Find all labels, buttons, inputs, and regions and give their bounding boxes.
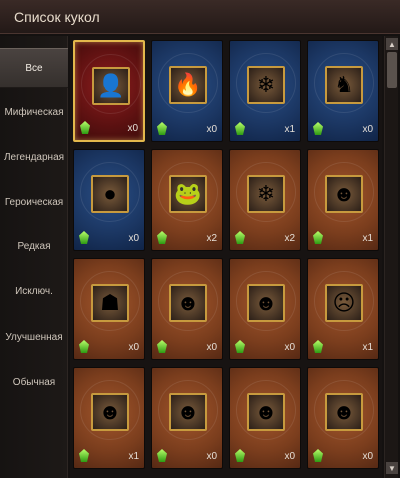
doll-count: x1	[362, 233, 373, 244]
gem-icon	[157, 449, 167, 462]
category-label: Исключ.	[15, 285, 53, 297]
doll-count: x0	[206, 124, 217, 135]
category-sidebar: Все Мифическая Легендарная Героическая Р…	[0, 36, 68, 478]
doll-card[interactable]: ❄ x1	[229, 40, 301, 142]
doll-card[interactable]: 🐸 x2	[151, 149, 223, 251]
gem-icon	[235, 340, 245, 353]
gem-icon	[313, 449, 323, 462]
doll-count: x0	[284, 342, 295, 353]
scroll-up-button[interactable]: ▲	[386, 38, 398, 50]
gem-icon	[80, 121, 90, 134]
doll-card[interactable]: 🔥 x0	[151, 40, 223, 142]
doll-count: x2	[284, 233, 295, 244]
doll-count: x1	[284, 124, 295, 135]
ice-golem-doll-icon: ❄	[247, 175, 285, 213]
wizard-doll-icon: ☻	[91, 393, 129, 431]
doll-count: x0	[362, 451, 373, 462]
doll-card[interactable]: ☗ x0	[73, 258, 145, 360]
doll-card[interactable]: ● x0	[73, 149, 145, 251]
scrollbar[interactable]: ▲ ▼	[384, 36, 398, 478]
gem-icon	[313, 231, 323, 244]
white-haired-doll-icon: 👤	[92, 67, 130, 105]
gem-icon	[79, 231, 89, 244]
window-title: Список кукол	[14, 9, 100, 25]
gem-icon	[235, 449, 245, 462]
doll-count: x2	[206, 233, 217, 244]
red-devil-doll-icon: ☻	[169, 284, 207, 322]
doll-count: x0	[127, 123, 138, 134]
doll-count: x1	[362, 342, 373, 353]
gem-icon	[79, 449, 89, 462]
beast-doll-icon: ☻	[247, 284, 285, 322]
aqua-imp-doll-icon: ☻	[325, 175, 363, 213]
gem-icon	[157, 122, 167, 135]
ice-demon-doll-icon: ❄	[247, 66, 285, 104]
doll-card[interactable]: ☹ x1	[307, 258, 379, 360]
category-label: Все	[25, 62, 43, 74]
red-imp-doll-icon: ☻	[169, 393, 207, 431]
category-all[interactable]: Все	[0, 48, 68, 88]
doll-card[interactable]: ☻ x0	[229, 367, 301, 469]
doll-card[interactable]: ♞ x0	[307, 40, 379, 142]
category-legendary[interactable]: Легендарная	[0, 137, 68, 177]
fire-spirit-doll-icon: 🔥	[169, 66, 207, 104]
crystal-orb-doll-icon: ●	[91, 175, 129, 213]
masked-doll-icon: ☹	[325, 284, 363, 322]
gem-icon	[157, 340, 167, 353]
scroll-thumb[interactable]	[387, 52, 397, 88]
gem-icon	[79, 340, 89, 353]
scroll-down-button[interactable]: ▼	[386, 462, 398, 474]
doll-count: x0	[284, 451, 295, 462]
doll-card[interactable]: ☻ x0	[229, 258, 301, 360]
dark-knight-doll-icon: ♞	[325, 66, 363, 104]
doll-count: x0	[206, 342, 217, 353]
doll-card[interactable]: ☻ x1	[307, 149, 379, 251]
doll-count: x1	[128, 451, 139, 462]
doll-grid: 👤 x0 🔥 x0 ❄ x1 ♞ x0 ● x0 🐸 x2 ❄ x2 ☻ x1 …	[70, 36, 382, 478]
category-mythic[interactable]: Мифическая	[0, 92, 68, 132]
category-improved[interactable]: Улучшенная	[0, 317, 68, 357]
doll-card[interactable]: ☻ x0	[151, 367, 223, 469]
category-heroic[interactable]: Героическая	[0, 182, 68, 222]
gem-icon	[313, 340, 323, 353]
frog-doll-icon: 🐸	[169, 175, 207, 213]
gem-icon	[235, 231, 245, 244]
doll-card[interactable]: ☻ x1	[73, 367, 145, 469]
category-exclusive[interactable]: Исключ.	[0, 271, 68, 311]
category-label: Мифическая	[4, 106, 64, 118]
doll-count: x0	[362, 124, 373, 135]
category-label: Редкая	[17, 240, 51, 252]
doll-count: x0	[128, 233, 139, 244]
stone-golem-doll-icon: ☗	[91, 284, 129, 322]
title-bar: Список кукол	[0, 0, 400, 34]
category-label: Улучшенная	[5, 331, 63, 343]
doll-card[interactable]: ☻ x0	[151, 258, 223, 360]
gem-icon	[313, 122, 323, 135]
category-rare[interactable]: Редкая	[0, 226, 68, 266]
category-label: Обычная	[12, 376, 56, 388]
monk-doll-icon: ☻	[247, 393, 285, 431]
doll-card[interactable]: ❄ x2	[229, 149, 301, 251]
doll-count: x0	[206, 451, 217, 462]
category-common[interactable]: Обычная	[0, 362, 68, 402]
gem-icon	[157, 231, 167, 244]
doll-card[interactable]: ☻ x0	[307, 367, 379, 469]
doll-card[interactable]: 👤 x0	[73, 40, 145, 142]
gem-icon	[235, 122, 245, 135]
doll-count: x0	[128, 342, 139, 353]
hooded-warrior-doll-icon: ☻	[325, 393, 363, 431]
category-label: Легендарная	[3, 151, 65, 163]
category-label: Героическая	[4, 196, 64, 208]
